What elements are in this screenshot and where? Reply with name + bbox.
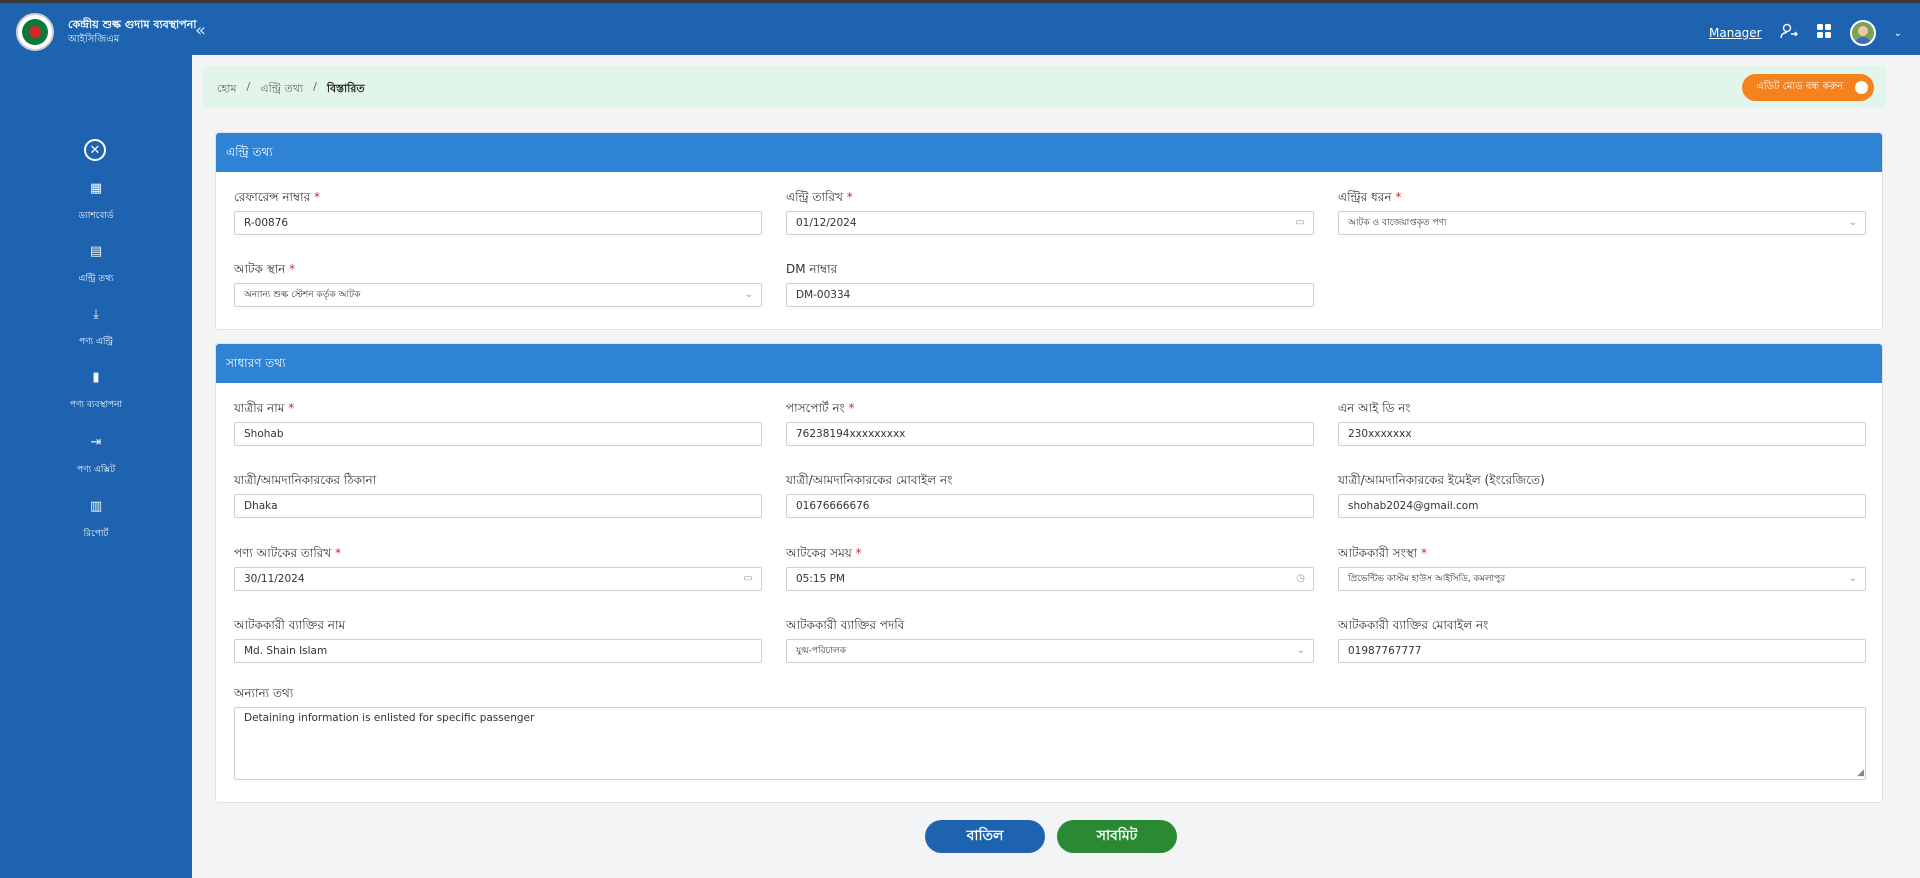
sidebar-item-dashboard[interactable]: ▦ ড্যাশবোর্ড: [0, 181, 192, 223]
breadcrumb-home[interactable]: হোম: [217, 80, 237, 99]
file-report-icon: ▥: [89, 499, 103, 514]
app-title: কেন্দ্রীয় শুল্ক গুদাম ব্যবস্থাপনা: [68, 18, 197, 31]
calendar-icon[interactable]: ▭: [744, 568, 753, 590]
seize-org-field: আটককারী সংস্থা * প্রিভেন্টিভ কাস্টম হাউস…: [1338, 545, 1866, 591]
breadcrumb-current: বিস্তারিত: [326, 82, 365, 95]
dm-number-field: DM নাম্বার DM-00334: [786, 261, 1314, 307]
address-field: যাত্রী/আমদানিকারকের ঠিকানা Dhaka: [234, 472, 762, 518]
dm-number-input[interactable]: DM-00334: [786, 283, 1314, 307]
sidebar-item-product-entry[interactable]: ⤓ পণ্য এন্ট্রি: [0, 307, 192, 349]
passenger-name-field: যাত্রীর নাম * Shohab: [234, 400, 762, 446]
mobile-input[interactable]: 01676666676: [786, 494, 1314, 518]
dashboard-icon: ▦: [89, 181, 103, 196]
entry-date-input[interactable]: 01/12/2024 ▭: [786, 211, 1314, 235]
sidebar-item-product-exit[interactable]: ⇥ পণ্য এক্সিট: [0, 435, 192, 477]
chevrons-left-icon[interactable]: «: [195, 20, 206, 41]
general-info-panel: সাধারণ তথ্য যাত্রীর নাম * Shohab পাসপোর্…: [215, 343, 1883, 803]
chevron-down-icon: ⌄: [1848, 217, 1857, 228]
app-subtitle: আইসিজিএম: [68, 34, 120, 45]
entry-info-header: এন্ট্রি তথ্য: [216, 133, 1882, 172]
seize-date-input[interactable]: 30/11/2024 ▭: [234, 567, 762, 591]
government-logo: [16, 13, 54, 51]
reference-number-input[interactable]: R-00876: [234, 211, 762, 235]
mobile-field: যাত্রী/আমদানিকারকের মোবাইল নং 0167666667…: [786, 472, 1314, 518]
general-info-header: সাধারণ তথ্য: [216, 344, 1882, 383]
chevron-down-icon: ⌄: [744, 289, 753, 300]
seize-date-field: পণ্য আটকের তারিখ * 30/11/2024 ▭: [234, 545, 762, 591]
passport-input[interactable]: 76238194xxxxxxxxx: [786, 422, 1314, 446]
chevron-down-icon: ⌄: [1296, 645, 1305, 656]
entry-type-field: এন্ট্রির ধরন * আটক ও বাজেয়াপ্তকৃত পণ্য ⌄: [1338, 189, 1866, 235]
passenger-name-input[interactable]: Shohab: [234, 422, 762, 446]
breadcrumb-entry-info[interactable]: এন্ট্রি তথ্য: [260, 80, 303, 99]
grid-icon[interactable]: [1816, 23, 1832, 43]
officer-name-input[interactable]: Md. Shain Islam: [234, 639, 762, 663]
user-switch-icon[interactable]: [1779, 22, 1798, 44]
submit-button[interactable]: সাবমিট: [1057, 820, 1177, 853]
book-icon: ▮: [92, 370, 100, 385]
top-navbar: কেন্দ্রীয় শুল্ক গুদাম ব্যবস্থাপনা আইসিজ…: [0, 0, 1920, 55]
breadcrumb: হোম / এন্ট্রি তথ্য / বিস্তারিত: [217, 80, 365, 99]
brand[interactable]: কেন্দ্রীয় শুল্ক গুদাম ব্যবস্থাপনা আইসিজ…: [16, 13, 196, 51]
download-icon: ⤓: [93, 307, 99, 322]
seize-place-select[interactable]: অন্যান্য শুল্ক স্টেশন কর্তৃক আটক ⌄: [234, 283, 762, 307]
nid-field: এন আই ডি নং 230xxxxxxx: [1338, 400, 1866, 446]
reference-number-field: রেফারেন্স নাম্বার * R-00876: [234, 189, 762, 235]
clock-icon[interactable]: ◷: [1296, 568, 1305, 590]
email-input[interactable]: shohab2024@gmail.com: [1338, 494, 1866, 518]
resize-handle-icon: ◢: [1857, 768, 1864, 778]
chevron-down-icon: ⌄: [1848, 573, 1857, 584]
sidebar-item-report[interactable]: ▥ রিপোর্ট: [0, 499, 192, 541]
document-icon: ▤: [89, 244, 103, 259]
passport-field: পাসপোর্ট নং * 76238194xxxxxxxxx: [786, 400, 1314, 446]
cancel-button[interactable]: বাতিল: [925, 820, 1045, 853]
seize-place-field: আটক স্থান * অন্যান্য শুল্ক স্টেশন কর্তৃক…: [234, 261, 762, 307]
exit-icon: ⇥: [90, 435, 102, 450]
officer-post-field: আটককারী ব্যাক্তির পদবি যুগ্ম-পরিচালক ⌄: [786, 617, 1314, 663]
officer-name-field: আটককারী ব্যাক্তির নাম Md. Shain Islam: [234, 617, 762, 663]
entry-type-select[interactable]: আটক ও বাজেয়াপ্তকৃত পণ্য ⌄: [1338, 211, 1866, 235]
toggle-knob: [1855, 81, 1868, 94]
sidebar-item-entry-info[interactable]: ▤ এন্ট্রি তথ্য: [0, 244, 192, 286]
officer-post-select[interactable]: যুগ্ম-পরিচালক ⌄: [786, 639, 1314, 663]
avatar[interactable]: [1849, 20, 1876, 46]
entry-date-field: এন্ট্রি তারিখ * 01/12/2024 ▭: [786, 189, 1314, 235]
other-info-field: অন্যান্য তথ্য Detaining information is e…: [234, 686, 1866, 780]
close-icon[interactable]: ✕: [84, 139, 106, 161]
sidebar-item-product-management[interactable]: ▮ পণ্য ব্যবস্থাপনা: [0, 370, 192, 412]
calendar-icon[interactable]: ▭: [1296, 212, 1305, 234]
seize-org-select[interactable]: প্রিভেন্টিভ কাস্টম হাউস আইসিডি, কমলাপুর ⌄: [1338, 567, 1866, 591]
email-field: যাত্রী/আমদানিকারকের ইমেইল (ইংরেজিতে) sho…: [1338, 472, 1866, 518]
nid-input[interactable]: 230xxxxxxx: [1338, 422, 1866, 446]
breadcrumb-bar: হোম / এন্ট্রি তথ্য / বিস্তারিত এডিট মোড …: [203, 66, 1886, 108]
entry-info-panel: এন্ট্রি তথ্য রেফারেন্স নাম্বার * R-00876…: [215, 132, 1883, 330]
sidebar: ✕ ▦ ড্যাশবোর্ড ▤ এন্ট্রি তথ্য ⤓ পণ্য এন্…: [0, 55, 192, 878]
edit-mode-toggle[interactable]: এডিট মোড বন্ধ করুন: [1742, 74, 1874, 101]
address-input[interactable]: Dhaka: [234, 494, 762, 518]
other-info-textarea[interactable]: Detaining information is enlisted for sp…: [234, 707, 1866, 780]
seize-time-field: আটকের সময় * 05:15 PM ◷: [786, 545, 1314, 591]
seize-time-input[interactable]: 05:15 PM ◷: [786, 567, 1314, 591]
officer-mobile-field: আটককারী ব্যাক্তির মোবাইল নং 01987767777: [1338, 617, 1866, 663]
chevron-down-icon[interactable]: ⌄: [1894, 28, 1902, 39]
user-role-link[interactable]: Manager: [1709, 26, 1762, 40]
officer-mobile-input[interactable]: 01987767777: [1338, 639, 1866, 663]
